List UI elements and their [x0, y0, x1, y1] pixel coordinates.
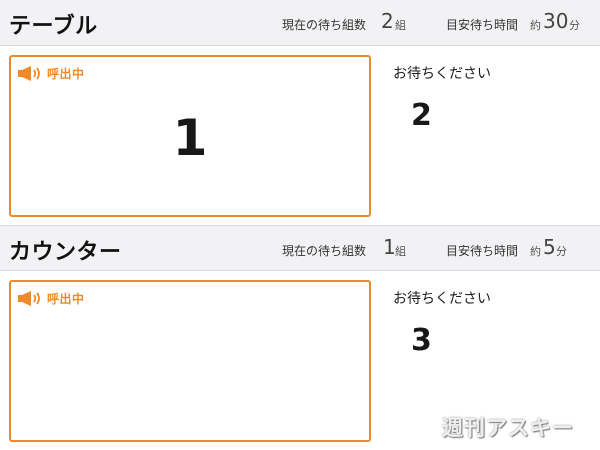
table-est-wait-label: 目安待ち時間	[446, 18, 519, 32]
counter-calling-badge: 呼出中	[18, 290, 85, 306]
table-calling-badge: 呼出中	[18, 65, 85, 81]
table-section-title: テーブル	[9, 14, 98, 39]
table-calling-panel: 呼出中 1	[9, 55, 371, 217]
counter-groups-unit: 組	[395, 245, 406, 258]
table-calling-label: 呼出中	[47, 66, 85, 81]
table-wait-groups-count: 2	[381, 9, 394, 33]
counter-waiting-number: 3	[411, 323, 432, 358]
table-groups-unit: 組	[395, 19, 406, 32]
counter-approx-label: 約	[530, 245, 541, 258]
table-calling-number: 1	[172, 109, 208, 167]
counter-wait-groups-count: 1	[383, 235, 396, 259]
table-minutes-unit: 分	[569, 19, 580, 32]
counter-calling-panel: 呼出中	[9, 280, 371, 442]
counter-est-wait-label: 目安待ち時間	[446, 244, 519, 258]
counter-wait-groups-label: 現在の待ち組数	[282, 244, 367, 258]
counter-calling-label: 呼出中	[47, 291, 85, 306]
counter-minutes-unit: 分	[556, 245, 567, 258]
counter-waiting-label: お待ちください	[393, 291, 491, 307]
table-section: テーブル 現在の待ち組数 2 組 目安待ち時間 約 30 分 呼出中 1 お待ち…	[0, 0, 600, 225]
counter-est-wait-minutes: 5	[543, 235, 556, 259]
table-waiting-number: 2	[411, 98, 432, 133]
table-approx-label: 約	[530, 19, 541, 32]
megaphone-icon	[18, 290, 44, 306]
counter-section-header: カウンター 現在の待ち組数 1 組 目安待ち時間 約 5 分	[0, 225, 600, 271]
table-wait-groups-label: 現在の待ち組数	[282, 18, 367, 32]
table-section-header: テーブル 現在の待ち組数 2 組 目安待ち時間 約 30 分	[0, 0, 600, 46]
watermark: 週刊アスキー	[442, 416, 574, 440]
counter-section-title: カウンター	[9, 240, 122, 265]
table-est-wait-minutes: 30	[543, 9, 569, 33]
megaphone-icon	[18, 65, 44, 81]
table-waiting-label: お待ちください	[393, 66, 491, 82]
